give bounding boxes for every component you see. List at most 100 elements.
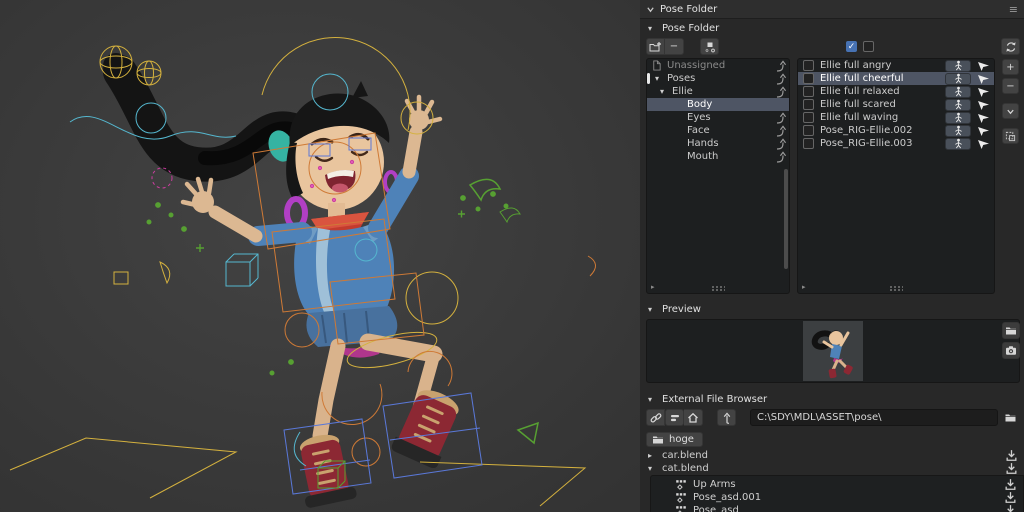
pose-checkbox[interactable] <box>803 112 814 123</box>
move-up-icon[interactable] <box>774 59 786 72</box>
download-icon[interactable] <box>1004 478 1017 491</box>
list-resize-grip[interactable] <box>711 285 725 291</box>
pose-row[interactable]: Pose_RIG-Ellie.002 <box>798 124 994 137</box>
pose-row[interactable]: Ellie full waving <box>798 111 994 124</box>
move-up-icon[interactable] <box>774 72 786 85</box>
download-icon[interactable] <box>1004 504 1017 512</box>
breadcrumb-folder-chip[interactable]: hoge <box>646 432 703 447</box>
pose-specials-button[interactable] <box>1002 103 1019 119</box>
pose-row[interactable]: Ellie full scared <box>798 98 994 111</box>
download-icon[interactable] <box>1004 491 1017 504</box>
folder-row-mouth[interactable]: Mouth <box>647 150 789 163</box>
folder-row-eyes[interactable]: Eyes <box>647 111 789 124</box>
scrollbar[interactable] <box>784 169 788 269</box>
file-browser-panel-header[interactable]: ▾ External File Browser <box>640 390 1024 407</box>
pose-row[interactable]: Pose_RIG-Ellie.003 <box>798 137 994 150</box>
download-icon[interactable] <box>1005 449 1018 462</box>
apply-armature-button[interactable] <box>945 98 971 111</box>
armature-icon <box>954 99 962 110</box>
assign-pose-button[interactable] <box>700 38 719 55</box>
move-up-icon[interactable] <box>774 111 786 124</box>
pose-preview-thumbnail[interactable] <box>803 321 863 381</box>
menu-icon[interactable]: ≡ <box>1009 3 1018 16</box>
preview-area[interactable] <box>646 319 1020 383</box>
select-pointer-icon[interactable] <box>976 99 991 111</box>
remove-pose-button[interactable]: − <box>1002 78 1019 94</box>
select-pointer-icon[interactable] <box>976 73 991 85</box>
folder-list[interactable]: Unassigned ▾ Poses ▾ Ellie Body Eyes Fac… <box>646 58 790 294</box>
pose-row-selected[interactable]: Ellie full cheerful <box>798 72 994 85</box>
pose-row[interactable]: Ellie full relaxed <box>798 85 994 98</box>
list-resize-grip[interactable] <box>889 285 903 291</box>
home-button[interactable] <box>684 409 703 426</box>
viewport-3d[interactable] <box>0 0 640 512</box>
add-pose-button[interactable]: + <box>1002 59 1019 75</box>
move-up-icon[interactable] <box>774 150 786 163</box>
apply-armature-button[interactable] <box>945 124 971 137</box>
folder-row-face[interactable]: Face <box>647 124 789 137</box>
select-pointer-icon[interactable] <box>976 138 991 150</box>
blender-window: Pose Folder ≡ ▾ Pose Folder − ✓ Unassign… <box>0 0 1024 512</box>
asset-row-pose-asd[interactable]: Pose_asd <box>651 504 1023 512</box>
folder-row-hands[interactable]: Hands <box>647 137 789 150</box>
pose-row[interactable]: Ellie full angry <box>798 59 994 72</box>
pose-checkbox[interactable] <box>803 138 814 149</box>
select-pointer-icon[interactable] <box>976 86 991 98</box>
camera-icon <box>1006 346 1016 355</box>
refresh-button[interactable] <box>1001 38 1020 55</box>
capture-preview-button[interactable] <box>1002 342 1020 359</box>
list-expand-grip[interactable]: ▸ <box>651 283 655 291</box>
apply-armature-button[interactable] <box>945 72 971 85</box>
pose-checkbox[interactable] <box>803 73 814 84</box>
sidebar-header[interactable]: Pose Folder ≡ <box>640 0 1024 19</box>
apply-armature-button[interactable] <box>945 137 971 150</box>
home-icon <box>688 412 698 423</box>
list-expand-grip[interactable]: ▸ <box>802 283 806 291</box>
pose-checkbox[interactable] <box>803 99 814 110</box>
folder-row-body[interactable]: Body <box>647 98 789 111</box>
parent-directory-button[interactable] <box>717 409 736 426</box>
select-pointer-icon[interactable] <box>976 125 991 137</box>
filter-checkbox-checked[interactable]: ✓ <box>846 41 857 52</box>
sort-button[interactable] <box>665 409 684 426</box>
new-folder-button[interactable] <box>646 38 665 55</box>
pose-list[interactable]: Ellie full angry Ellie full cheerful Ell… <box>797 58 995 294</box>
folder-row-poses[interactable]: ▾ Poses <box>647 72 789 85</box>
select-pointer-icon[interactable] <box>976 112 991 124</box>
link-button[interactable] <box>646 409 665 426</box>
path-input[interactable]: C:\SDY\MDL\ASSET\pose\ <box>750 409 998 426</box>
pose-checkbox[interactable] <box>803 86 814 97</box>
download-icon[interactable] <box>1005 462 1018 475</box>
select-pointer-icon[interactable] <box>976 60 991 72</box>
file-row-car[interactable]: ▸ car.blend <box>640 449 1024 462</box>
armature-icon <box>954 112 962 123</box>
thumbnail-render <box>803 321 863 381</box>
file-icon <box>653 60 661 71</box>
triangle-down-icon[interactable]: ▾ <box>655 74 663 83</box>
filter-checkbox-unchecked[interactable] <box>863 41 874 52</box>
preview-panel-header[interactable]: ▾ Preview <box>640 300 1024 317</box>
pose-folder-panel-header[interactable]: ▾ Pose Folder <box>640 19 1024 36</box>
remove-folder-button[interactable]: − <box>665 38 684 55</box>
refresh-icon <box>1005 41 1016 52</box>
pose-checkbox[interactable] <box>803 125 814 136</box>
move-up-icon[interactable] <box>774 124 786 137</box>
apply-armature-button[interactable] <box>945 59 971 72</box>
overlap-button[interactable] <box>1002 128 1019 144</box>
asset-row-pose-asd-001[interactable]: Pose_asd.001 <box>651 491 1023 504</box>
asset-row-up-arms[interactable]: Up Arms <box>651 478 1023 491</box>
folder-row-unassigned[interactable]: Unassigned <box>647 59 789 72</box>
move-up-icon[interactable] <box>774 85 786 98</box>
move-up-icon[interactable] <box>774 137 786 150</box>
browse-folder-button[interactable] <box>1001 409 1020 426</box>
triangle-down-icon[interactable]: ▾ <box>660 87 668 96</box>
pose-checkbox[interactable] <box>803 60 814 71</box>
folder-row-ellie[interactable]: ▾ Ellie <box>647 85 789 98</box>
load-preview-button[interactable] <box>1002 322 1020 339</box>
apply-armature-button[interactable] <box>945 85 971 98</box>
grid-overlap-icon <box>1005 131 1016 141</box>
triangle-right-icon[interactable]: ▸ <box>648 451 656 460</box>
file-row-cat[interactable]: ▾ cat.blend <box>640 462 1024 475</box>
apply-armature-button[interactable] <box>945 111 971 124</box>
triangle-down-icon[interactable]: ▾ <box>648 464 656 473</box>
